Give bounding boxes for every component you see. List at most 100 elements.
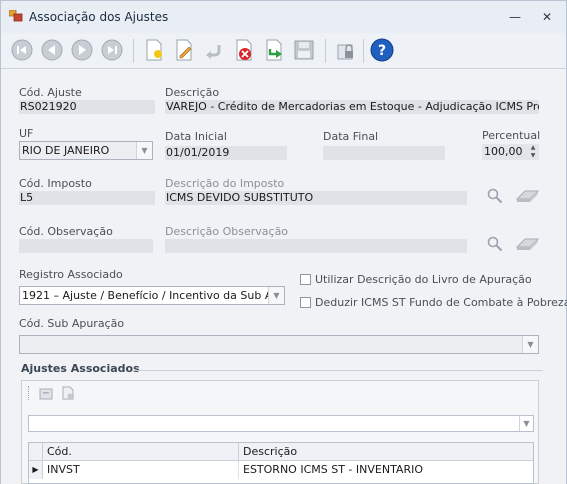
app-icon — [8, 9, 23, 22]
next-icon — [71, 39, 93, 61]
clear-imposto-button[interactable] — [513, 186, 541, 206]
title-bar: Associação dos Ajustes — ✕ — [1, 1, 566, 33]
prev-icon — [41, 39, 63, 61]
lock-icon — [337, 44, 353, 60]
descricao-label: Descrição — [165, 86, 220, 99]
search-observacao-button[interactable] — [485, 234, 505, 254]
edit-icon — [176, 39, 192, 61]
utilizar-descricao-checkbox[interactable]: Utilizar Descrição do Livro de Apuração — [300, 273, 532, 286]
data-final-label: Data Final — [323, 130, 379, 143]
descricao-imposto-label: Descrição do Imposto — [165, 177, 285, 190]
last-record-button[interactable] — [99, 37, 125, 63]
checkbox-box[interactable] — [300, 274, 311, 285]
uf-select[interactable]: RIO DE JANEIRO ▼ — [19, 141, 153, 160]
uf-label: UF — [19, 127, 34, 140]
registro-associado-label: Registro Associado — [19, 268, 123, 281]
undo-button[interactable] — [201, 37, 227, 63]
table-row[interactable]: ▶ INVST ESTORNO ICMS ST - INVENTARIO — [29, 461, 533, 479]
cod-imposto-field[interactable]: L5 — [19, 191, 155, 205]
toolbar-separator — [325, 39, 326, 63]
save-button[interactable] — [291, 37, 317, 63]
cod-observacao-label: Cód. Observação — [19, 225, 113, 238]
toolbar-separator — [133, 39, 134, 63]
minimize-button[interactable]: — — [506, 9, 524, 25]
grid-remove-button[interactable] — [60, 385, 76, 401]
ajustes-grid: Cód. Descrição ▶ INVST ESTORNO ICMS ST -… — [28, 442, 534, 484]
delete-record-button[interactable] — [231, 37, 257, 63]
next-record-button[interactable] — [69, 37, 95, 63]
form-body: Cód. Ajuste RS021920 Descrição VAREJO - … — [1, 70, 567, 484]
save-icon — [294, 40, 314, 60]
clear-observacao-button[interactable] — [513, 234, 541, 254]
search-icon — [487, 188, 503, 204]
ajustes-group: ▼ Cód. Descrição ▶ INVST ESTORNO ICMS ST… — [21, 380, 539, 484]
grid-filter-select[interactable]: ▼ — [28, 415, 534, 432]
first-icon — [11, 39, 33, 61]
dialog-window: Associação dos Ajustes — ✕ ? Cód. Ajuste… — [0, 0, 567, 484]
spinner-arrows-icon[interactable]: ▲ ▼ — [527, 144, 539, 160]
cod-sub-apuracao-select[interactable]: ▼ — [19, 335, 539, 354]
percentual-value: 100,00 — [484, 145, 523, 158]
remove-row-icon — [62, 386, 74, 400]
percentual-spinner[interactable]: 100,00 ▲ ▼ — [482, 144, 539, 160]
row-pointer-icon: ▶ — [29, 461, 43, 479]
group-divider — [133, 370, 543, 371]
close-window-button[interactable]: ✕ — [538, 9, 556, 25]
data-inicial-label: Data Inicial — [165, 130, 227, 143]
confirm-button[interactable] — [261, 37, 287, 63]
edit-record-button[interactable] — [171, 37, 197, 63]
new-record-button[interactable] — [141, 37, 167, 63]
data-final-field[interactable] — [323, 146, 445, 160]
chevron-down-icon[interactable]: ▼ — [268, 287, 284, 304]
ajustes-group-title: Ajustes Associados — [21, 362, 140, 375]
chevron-down-icon[interactable]: ▼ — [136, 142, 152, 159]
previous-record-button[interactable] — [39, 37, 65, 63]
lock-button[interactable] — [333, 37, 359, 63]
descricao-imposto-field[interactable]: ICMS DEVIDO SUBSTITUTO — [165, 191, 467, 205]
deduzir-icms-checkbox[interactable]: Deduzir ICMS ST Fundo de Combate à Pobre… — [300, 296, 567, 309]
last-icon — [101, 39, 123, 61]
checkbox-box[interactable] — [300, 297, 311, 308]
utilizar-descricao-label: Utilizar Descrição do Livro de Apuração — [315, 273, 532, 286]
chevron-down-icon[interactable]: ▼ — [519, 416, 533, 431]
cod-ajuste-field[interactable]: RS021920 — [19, 100, 155, 114]
registro-associado-value: 1921 – Ajuste / Benefício / Incentivo da… — [22, 289, 285, 302]
cod-imposto-label: Cód. Imposto — [19, 177, 92, 190]
undo-icon — [206, 45, 221, 59]
help-button[interactable]: ? — [369, 37, 395, 63]
search-imposto-button[interactable] — [485, 186, 505, 206]
deduzir-icms-label: Deduzir ICMS ST Fundo de Combate à Pobre… — [315, 296, 567, 309]
cod-ajuste-label: Cód. Ajuste — [19, 86, 82, 99]
grid-header: Cód. Descrição — [29, 443, 533, 461]
delete-icon — [236, 39, 252, 61]
help-icon: ? — [370, 38, 394, 62]
column-header-cod[interactable]: Cód. — [43, 443, 239, 461]
toolbar-grip — [28, 386, 30, 400]
grid-toolbar — [22, 381, 538, 405]
grid-add-button[interactable] — [38, 385, 54, 401]
main-toolbar: ? — [1, 33, 566, 69]
new-icon — [146, 39, 162, 61]
column-header-descricao[interactable]: Descrição — [239, 443, 533, 461]
cod-observacao-field[interactable] — [19, 239, 153, 253]
data-inicial-field[interactable]: 01/01/2019 — [165, 146, 287, 160]
cod-sub-apuracao-label: Cód. Sub Apuração — [19, 317, 125, 330]
cell-cod[interactable]: INVST — [43, 461, 239, 479]
svg-text:?: ? — [378, 43, 386, 59]
row-header-corner — [29, 443, 43, 461]
add-row-icon — [39, 388, 53, 400]
toolbar-separator — [363, 39, 364, 63]
descricao-field[interactable]: VAREJO - Crédito de Mercadorias em Estoq… — [165, 100, 539, 114]
descricao-observacao-field[interactable] — [165, 239, 467, 253]
save-arrow-icon — [266, 39, 282, 61]
window-title: Associação dos Ajustes — [29, 10, 169, 24]
descricao-observacao-label: Descrição Observação — [165, 225, 289, 238]
eraser-icon — [515, 238, 540, 250]
cell-descricao[interactable]: ESTORNO ICMS ST - INVENTARIO — [239, 461, 533, 479]
percentual-label: Percentual — [482, 129, 541, 142]
first-record-button[interactable] — [9, 37, 35, 63]
eraser-icon — [515, 190, 540, 202]
chevron-down-icon[interactable]: ▼ — [522, 336, 538, 353]
uf-value: RIO DE JANEIRO — [22, 144, 110, 157]
registro-associado-select[interactable]: 1921 – Ajuste / Benefício / Incentivo da… — [19, 286, 285, 305]
